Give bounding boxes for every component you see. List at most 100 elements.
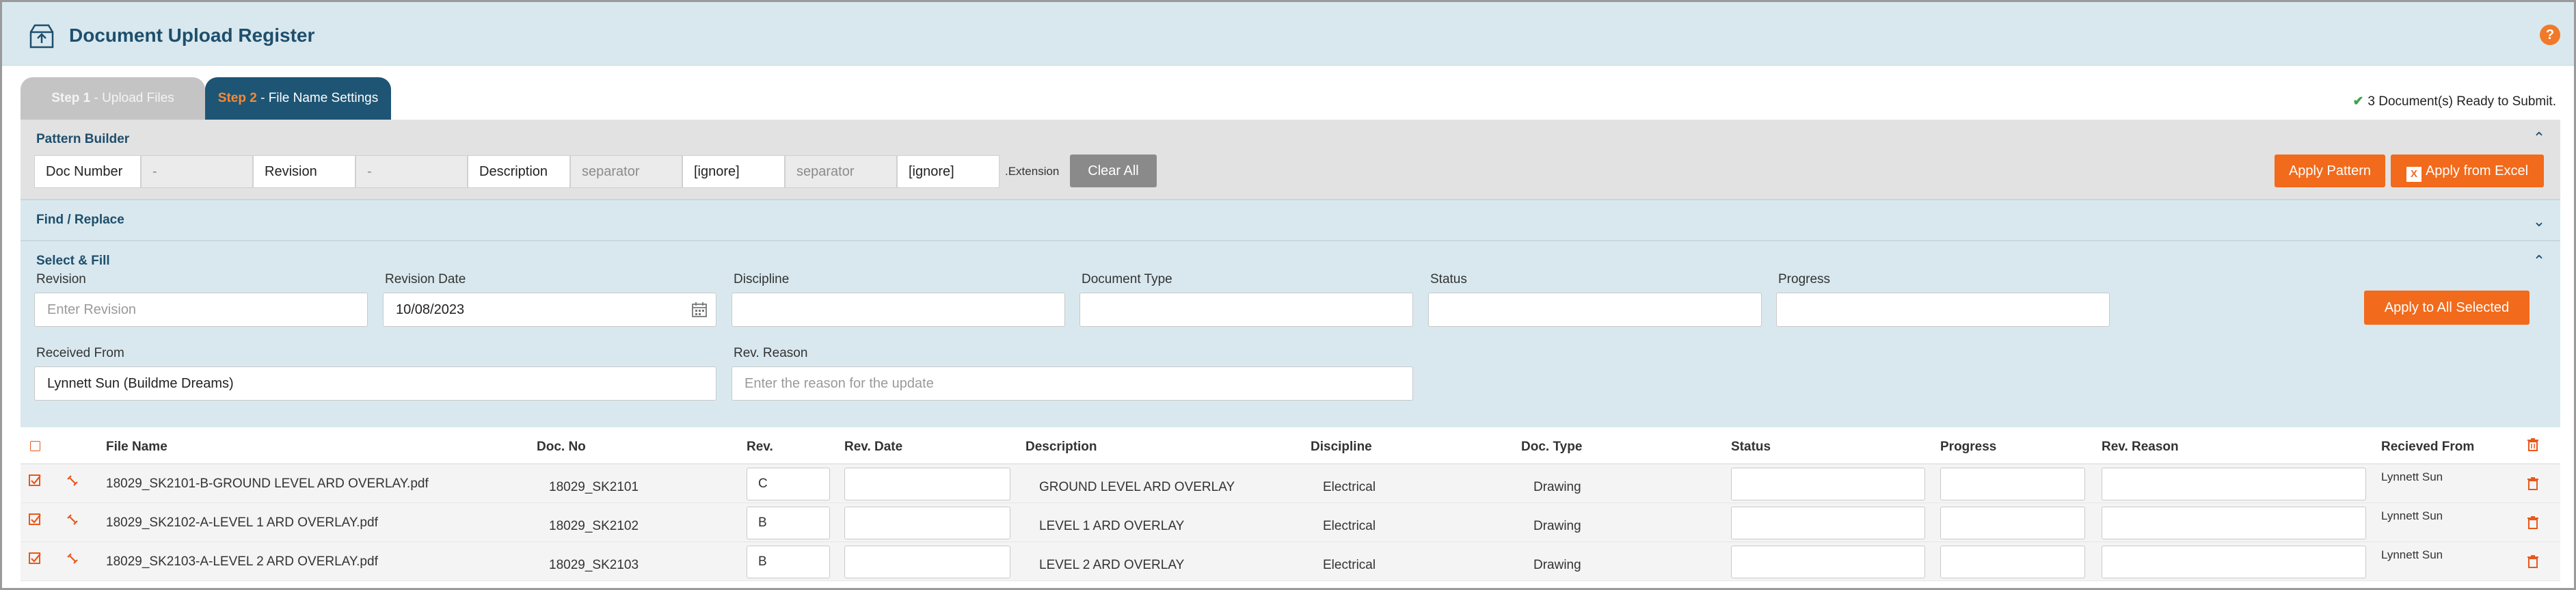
- col-progress[interactable]: Progress: [1940, 440, 1996, 455]
- rev-input[interactable]: B: [747, 507, 830, 539]
- unlink-icon[interactable]: [66, 552, 79, 565]
- progress-input[interactable]: [1940, 468, 2085, 500]
- col-received-from[interactable]: Recieved From: [2381, 440, 2474, 455]
- clear-all-button[interactable]: Clear All: [1070, 155, 1157, 187]
- col-rev-date[interactable]: Rev. Date: [844, 440, 902, 455]
- rev-input[interactable]: C: [747, 468, 830, 500]
- col-rev[interactable]: Rev.: [747, 440, 773, 455]
- pattern-segment-description[interactable]: Description: [468, 155, 570, 188]
- pattern-segment-doc-number[interactable]: Doc Number: [34, 155, 141, 188]
- check-icon: ✔: [2352, 94, 2364, 109]
- select-fill-title[interactable]: Select & Fill: [36, 254, 110, 269]
- revision-date-input[interactable]: 10/08/2023: [383, 293, 716, 327]
- apply-to-all-selected-button[interactable]: Apply to All Selected: [2364, 291, 2530, 325]
- pattern-separator[interactable]: separator: [785, 155, 897, 188]
- rev-reason-input[interactable]: [2102, 468, 2366, 500]
- table-row[interactable]: 18029_SK2103-A-LEVEL 2 ARD OVERLAY.pdf 1…: [21, 542, 2560, 581]
- pattern-separator[interactable]: -: [355, 155, 468, 188]
- apply-pattern-button[interactable]: Apply Pattern: [2275, 155, 2385, 187]
- doc-type: Drawing: [1533, 519, 1581, 533]
- discipline: Electrical: [1323, 519, 1376, 533]
- page-header: Document Upload Register ?: [2, 2, 2574, 66]
- doc-no: 18029_SK2103: [549, 558, 639, 572]
- status-input[interactable]: [1731, 468, 1925, 500]
- chevron-up-icon[interactable]: ⌃: [2532, 254, 2547, 269]
- settings-panels: Pattern Builder ⌃ Doc Number - Revision …: [21, 120, 2560, 427]
- discipline: Electrical: [1323, 480, 1376, 494]
- revision-input[interactable]: Enter Revision: [34, 293, 368, 327]
- trash-icon[interactable]: [2526, 477, 2540, 490]
- col-doc-no[interactable]: Doc. No: [537, 440, 586, 455]
- unlink-icon[interactable]: [66, 474, 79, 487]
- col-status[interactable]: Status: [1731, 440, 1771, 455]
- pattern-builder-panel: Pattern Builder ⌃ Doc Number - Revision …: [21, 120, 2560, 199]
- discipline-label: Discipline: [734, 272, 790, 286]
- unlink-icon[interactable]: [66, 513, 79, 526]
- description: LEVEL 1 ARD OVERLAY: [1039, 519, 1185, 533]
- extension-label: .Extension: [1005, 165, 1060, 178]
- progress-input[interactable]: [1940, 507, 2085, 539]
- doc-type: Drawing: [1533, 558, 1581, 572]
- table-header: File Name Doc. No Rev. Rev. Date Descrip…: [21, 427, 2560, 464]
- received-from-select[interactable]: Lynnett Sun (Buildme Dreams): [34, 366, 716, 401]
- checkbox-icon[interactable]: [28, 474, 42, 487]
- chevron-down-icon[interactable]: ⌄: [2532, 214, 2547, 229]
- tab-label: File Name Settings: [268, 91, 379, 105]
- select-all-checkbox[interactable]: [30, 441, 40, 451]
- chevron-up-icon[interactable]: ⌃: [2532, 131, 2547, 146]
- pattern-segment-revision[interactable]: Revision: [253, 155, 355, 188]
- rev-date-input[interactable]: [844, 546, 1010, 578]
- doc-no: 18029_SK2101: [549, 480, 639, 494]
- trash-icon[interactable]: [2526, 438, 2540, 451]
- discipline-select[interactable]: [732, 293, 1065, 327]
- received-from: Lynnett Sun: [2381, 548, 2443, 561]
- tab-file-name-settings[interactable]: Step 2 - File Name Settings: [205, 77, 391, 120]
- col-rev-reason[interactable]: Rev. Reason: [2102, 440, 2179, 455]
- document-type-select[interactable]: [1079, 293, 1413, 327]
- status-select[interactable]: [1428, 293, 1762, 327]
- rev-date-input[interactable]: [844, 507, 1010, 539]
- status-input[interactable]: [1731, 507, 1925, 539]
- col-description[interactable]: Description: [1025, 440, 1097, 455]
- pattern-separator[interactable]: separator: [570, 155, 682, 188]
- rev-reason-input[interactable]: [2102, 507, 2366, 539]
- discipline: Electrical: [1323, 558, 1376, 572]
- file-name: 18029_SK2103-A-LEVEL 2 ARD OVERLAY.pdf: [106, 554, 378, 569]
- col-discipline[interactable]: Discipline: [1311, 440, 1372, 455]
- progress-input[interactable]: [1940, 546, 2085, 578]
- status-input[interactable]: [1731, 546, 1925, 578]
- doc-no: 18029_SK2102: [549, 519, 639, 533]
- pattern-segment-ignore[interactable]: [ignore]: [682, 155, 785, 188]
- checkbox-icon[interactable]: [28, 513, 42, 526]
- help-icon[interactable]: ?: [2540, 25, 2560, 45]
- rev-date-input[interactable]: [844, 468, 1010, 500]
- revision-date-value: 10/08/2023: [396, 302, 465, 317]
- panel-divider: [21, 199, 2560, 200]
- tab-separator: -: [256, 91, 269, 105]
- apply-from-excel-button[interactable]: X Apply from Excel: [2391, 155, 2544, 187]
- app-frame: Document Upload Register ? Step 1 - Uplo…: [2, 2, 2574, 588]
- table-row[interactable]: 18029_SK2102-A-LEVEL 1 ARD OVERLAY.pdf 1…: [21, 503, 2560, 542]
- rev-reason-input[interactable]: [2102, 546, 2366, 578]
- col-file-name[interactable]: File Name: [106, 440, 167, 455]
- rev-reason-input[interactable]: Enter the reason for the update: [732, 366, 1413, 401]
- status-label: Status: [1430, 272, 1467, 286]
- received-from-label: Received From: [36, 346, 124, 360]
- trash-icon[interactable]: [2526, 554, 2540, 568]
- pattern-separator[interactable]: -: [141, 155, 253, 188]
- progress-select[interactable]: [1776, 293, 2110, 327]
- trash-icon[interactable]: [2526, 515, 2540, 529]
- find-replace-title[interactable]: Find / Replace: [36, 213, 124, 228]
- tab-upload-files[interactable]: Step 1 - Upload Files: [21, 77, 205, 120]
- tab-separator: -: [90, 91, 103, 105]
- calendar-icon[interactable]: [691, 301, 708, 318]
- col-doc-type[interactable]: Doc. Type: [1521, 440, 1582, 455]
- checkbox-icon[interactable]: [28, 552, 42, 565]
- table-row[interactable]: 18029_SK2101-B-GROUND LEVEL ARD OVERLAY.…: [21, 464, 2560, 503]
- revision-label: Revision: [36, 272, 86, 286]
- tab-step: Step 1: [51, 91, 91, 105]
- rev-input[interactable]: B: [747, 546, 830, 578]
- excel-icon: X: [2406, 167, 2421, 182]
- pattern-builder-title[interactable]: Pattern Builder: [36, 132, 129, 147]
- pattern-segment-ignore[interactable]: [ignore]: [897, 155, 999, 188]
